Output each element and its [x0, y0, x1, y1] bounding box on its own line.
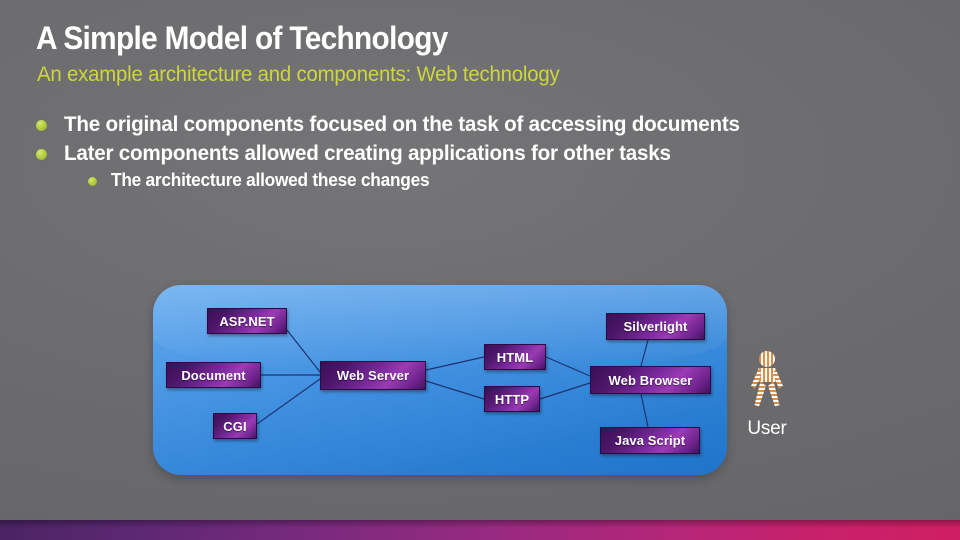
node-label: HTTP: [494, 391, 530, 407]
diagram-connector-lines: [256, 329, 649, 428]
diagram-node-aspnet[interactable]: ASP.NET: [207, 308, 287, 334]
slide-canvas: A Simple Model of Technology An example …: [0, 0, 960, 540]
diagram-node-cgi[interactable]: CGI: [213, 413, 257, 439]
diagram-node-webbrowser[interactable]: Web Browser: [590, 366, 711, 394]
node-label: Web Browser: [608, 372, 693, 388]
node-label: Document: [181, 367, 246, 383]
node-label: Web Server: [336, 368, 410, 383]
diagram-node-javascript[interactable]: Java Script: [600, 427, 700, 454]
edge-cgi-webserver: [256, 378, 321, 425]
edge-silverlight-webbrowser: [640, 339, 649, 367]
node-label: HTML: [496, 349, 534, 365]
edge-html-webbrowser: [545, 356, 591, 377]
diagram-node-html[interactable]: HTML: [484, 344, 546, 370]
user-label: User: [747, 418, 787, 439]
user-actor: User: [736, 350, 798, 440]
edge-aspnet-webserver: [286, 329, 321, 373]
node-label: Silverlight: [623, 319, 688, 334]
edge-webserver-html: [425, 356, 485, 371]
edge-webbrowser-javascript: [640, 393, 649, 428]
diagram-node-silverlight[interactable]: Silverlight: [606, 313, 705, 340]
diagram-node-webserver[interactable]: Web Server: [320, 361, 426, 390]
node-label: ASP.NET: [219, 313, 275, 329]
node-label: CGI: [223, 418, 247, 434]
bottom-accent-bar: [0, 520, 960, 540]
node-label: Java Script: [614, 433, 686, 448]
edge-http-webbrowser: [539, 382, 591, 400]
person-figure-icon: [747, 350, 787, 412]
edge-webserver-http: [425, 380, 485, 400]
diagram-node-document[interactable]: Document: [166, 362, 261, 388]
diagram-node-http[interactable]: HTTP: [484, 386, 540, 412]
